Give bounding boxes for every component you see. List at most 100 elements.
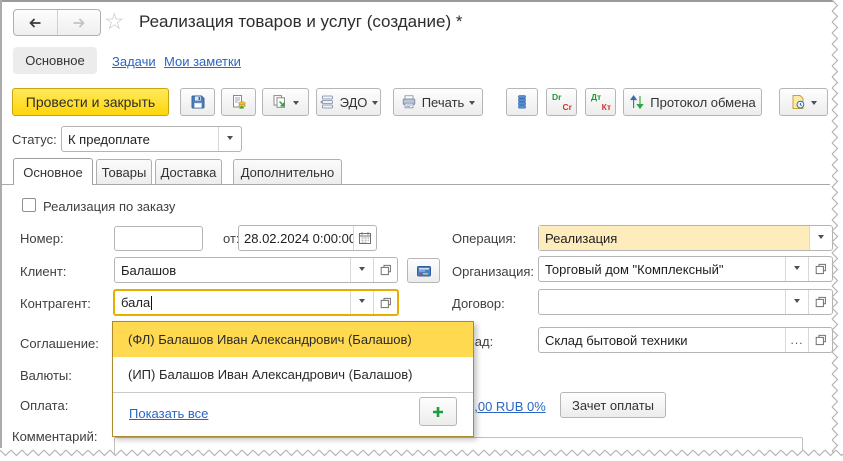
contract-value[interactable] bbox=[539, 290, 785, 314]
counterparty-combo[interactable]: бала bbox=[113, 289, 399, 316]
counterparty-input[interactable]: бала bbox=[115, 291, 350, 314]
date-field[interactable]: 28.02.2024 0:00:00 bbox=[238, 225, 377, 251]
currencies-label: Валюты: bbox=[20, 368, 72, 383]
tabstrip-divider bbox=[2, 184, 830, 185]
open-icon bbox=[815, 263, 827, 275]
dropdown-arrow-icon bbox=[469, 101, 475, 108]
payment-amount-link[interactable]: 0,00 RUB 0% bbox=[467, 399, 546, 414]
client-dropdown-button[interactable] bbox=[350, 258, 373, 282]
counterparty-suggestions-panel: (ФЛ) Балашов Иван Александрович (Балашов… bbox=[112, 321, 474, 437]
warehouse-choose-button[interactable]: ... bbox=[785, 328, 808, 352]
calendar-button[interactable] bbox=[353, 226, 376, 250]
organization-label: Организация: bbox=[452, 264, 534, 279]
number-input[interactable] bbox=[114, 226, 203, 251]
comment-field[interactable] bbox=[114, 437, 803, 459]
back-button[interactable] bbox=[14, 10, 58, 35]
chevron-down-icon bbox=[359, 267, 365, 274]
post-document-button[interactable] bbox=[221, 88, 256, 116]
payment-offset-button[interactable]: Зачет оплаты bbox=[560, 392, 666, 418]
save-button[interactable] bbox=[180, 88, 215, 116]
dr-cr-icon: DrCr bbox=[547, 89, 576, 115]
page-title: Реализация товаров и услуг (создание) * bbox=[139, 12, 462, 32]
window-top-border bbox=[0, 0, 834, 2]
counterparty-open-button[interactable] bbox=[373, 291, 397, 314]
forward-arrow-icon bbox=[71, 15, 87, 31]
warehouse-value[interactable]: Склад бытовой техники bbox=[539, 328, 785, 352]
operation-value[interactable]: Реализация bbox=[539, 226, 809, 250]
tab-more[interactable]: Дополнительно bbox=[233, 159, 342, 184]
dropdown-arrow-icon bbox=[372, 101, 378, 108]
organization-dropdown-button[interactable] bbox=[785, 257, 808, 281]
open-icon bbox=[815, 334, 827, 346]
client-value[interactable]: Балашов bbox=[115, 258, 350, 282]
report-button[interactable] bbox=[506, 88, 538, 116]
document-window: ☆ Реализация товаров и услуг (создание) … bbox=[0, 0, 843, 461]
plus-icon bbox=[431, 405, 445, 419]
counterparty-dropdown-button[interactable] bbox=[350, 291, 373, 314]
client-open-button[interactable] bbox=[373, 258, 397, 282]
exchange-protocol-button[interactable]: Протокол обмена bbox=[623, 88, 762, 116]
contract-combo[interactable] bbox=[538, 289, 833, 315]
warehouse-open-button[interactable] bbox=[808, 328, 832, 352]
create-based-on-icon bbox=[272, 94, 288, 110]
client-label: Клиент: bbox=[20, 264, 66, 279]
favorite-star-icon[interactable]: ☆ bbox=[104, 8, 125, 35]
comment-label: Комментарий: bbox=[12, 429, 98, 444]
organization-combo[interactable]: Торговый дом "Комплексный" bbox=[538, 256, 833, 282]
header-tab-notes[interactable]: Мои заметки bbox=[164, 54, 241, 69]
chevron-down-icon bbox=[359, 299, 365, 306]
report-icon bbox=[514, 94, 530, 110]
edo-icon bbox=[319, 94, 335, 110]
create-based-on-button[interactable] bbox=[262, 88, 309, 116]
header-tab-tasks[interactable]: Задачи bbox=[112, 54, 156, 69]
save-icon bbox=[190, 94, 206, 110]
number-label: Номер: bbox=[20, 231, 64, 246]
dossier-card-icon bbox=[416, 263, 432, 279]
open-icon bbox=[380, 264, 392, 276]
tab-goods[interactable]: Товары bbox=[96, 159, 152, 184]
payment-label: Оплата: bbox=[20, 398, 68, 413]
contract-open-button[interactable] bbox=[808, 290, 832, 314]
by-order-label: Реализация по заказу bbox=[43, 199, 175, 214]
back-arrow-icon bbox=[27, 15, 43, 31]
scheduled-doc-button[interactable] bbox=[779, 88, 828, 116]
print-button[interactable]: Печать bbox=[393, 88, 483, 116]
add-new-button[interactable] bbox=[419, 397, 457, 426]
client-dossier-button[interactable] bbox=[407, 258, 440, 283]
post-document-icon bbox=[231, 94, 247, 110]
status-value[interactable]: К предоплате bbox=[62, 127, 218, 151]
operation-combo[interactable]: Реализация bbox=[538, 225, 833, 251]
print-label: Печать bbox=[422, 95, 465, 110]
post-and-close-button[interactable]: Провести и закрыть bbox=[12, 88, 169, 116]
tab-main[interactable]: Основное bbox=[13, 158, 93, 185]
operation-dropdown-button[interactable] bbox=[809, 226, 832, 250]
tab-delivery[interactable]: Доставка bbox=[155, 159, 222, 184]
open-icon bbox=[815, 296, 827, 308]
status-dropdown-button[interactable] bbox=[218, 127, 241, 151]
suggestion-item[interactable]: (ФЛ) Балашов Иван Александрович (Балашов… bbox=[113, 322, 473, 357]
exchange-protocol-label: Протокол обмена bbox=[650, 95, 756, 110]
show-all-link[interactable]: Показать все bbox=[129, 406, 208, 421]
suggestion-item[interactable]: (ИП) Балашов Иван Александрович (Балашов… bbox=[113, 357, 473, 392]
dt-kt-button[interactable]: ДтКт bbox=[585, 88, 616, 116]
forward-button[interactable] bbox=[58, 10, 101, 35]
header-tab-main[interactable]: Основное bbox=[13, 47, 97, 74]
client-combo[interactable]: Балашов bbox=[114, 257, 398, 283]
status-label: Статус: bbox=[12, 132, 57, 147]
status-combo[interactable]: К предоплате bbox=[61, 126, 242, 152]
operation-label: Операция: bbox=[452, 231, 516, 246]
warehouse-combo[interactable]: Склад бытовой техники ... bbox=[538, 327, 833, 353]
text-caret bbox=[151, 296, 152, 310]
dt-kt-icon: ДтКт bbox=[586, 89, 615, 115]
calendar-icon bbox=[358, 231, 372, 245]
contract-dropdown-button[interactable] bbox=[785, 290, 808, 314]
dropdown-arrow-icon bbox=[293, 101, 299, 108]
organization-open-button[interactable] bbox=[808, 257, 832, 281]
by-order-checkbox[interactable] bbox=[22, 198, 36, 212]
dr-cr-button[interactable]: DrCr bbox=[546, 88, 577, 116]
contract-label: Договор: bbox=[452, 296, 505, 311]
exchange-icon bbox=[629, 94, 645, 110]
edo-button[interactable]: ЭДО bbox=[316, 88, 381, 116]
date-value[interactable]: 28.02.2024 0:00:00 bbox=[239, 226, 353, 250]
organization-value[interactable]: Торговый дом "Комплексный" bbox=[539, 257, 785, 281]
